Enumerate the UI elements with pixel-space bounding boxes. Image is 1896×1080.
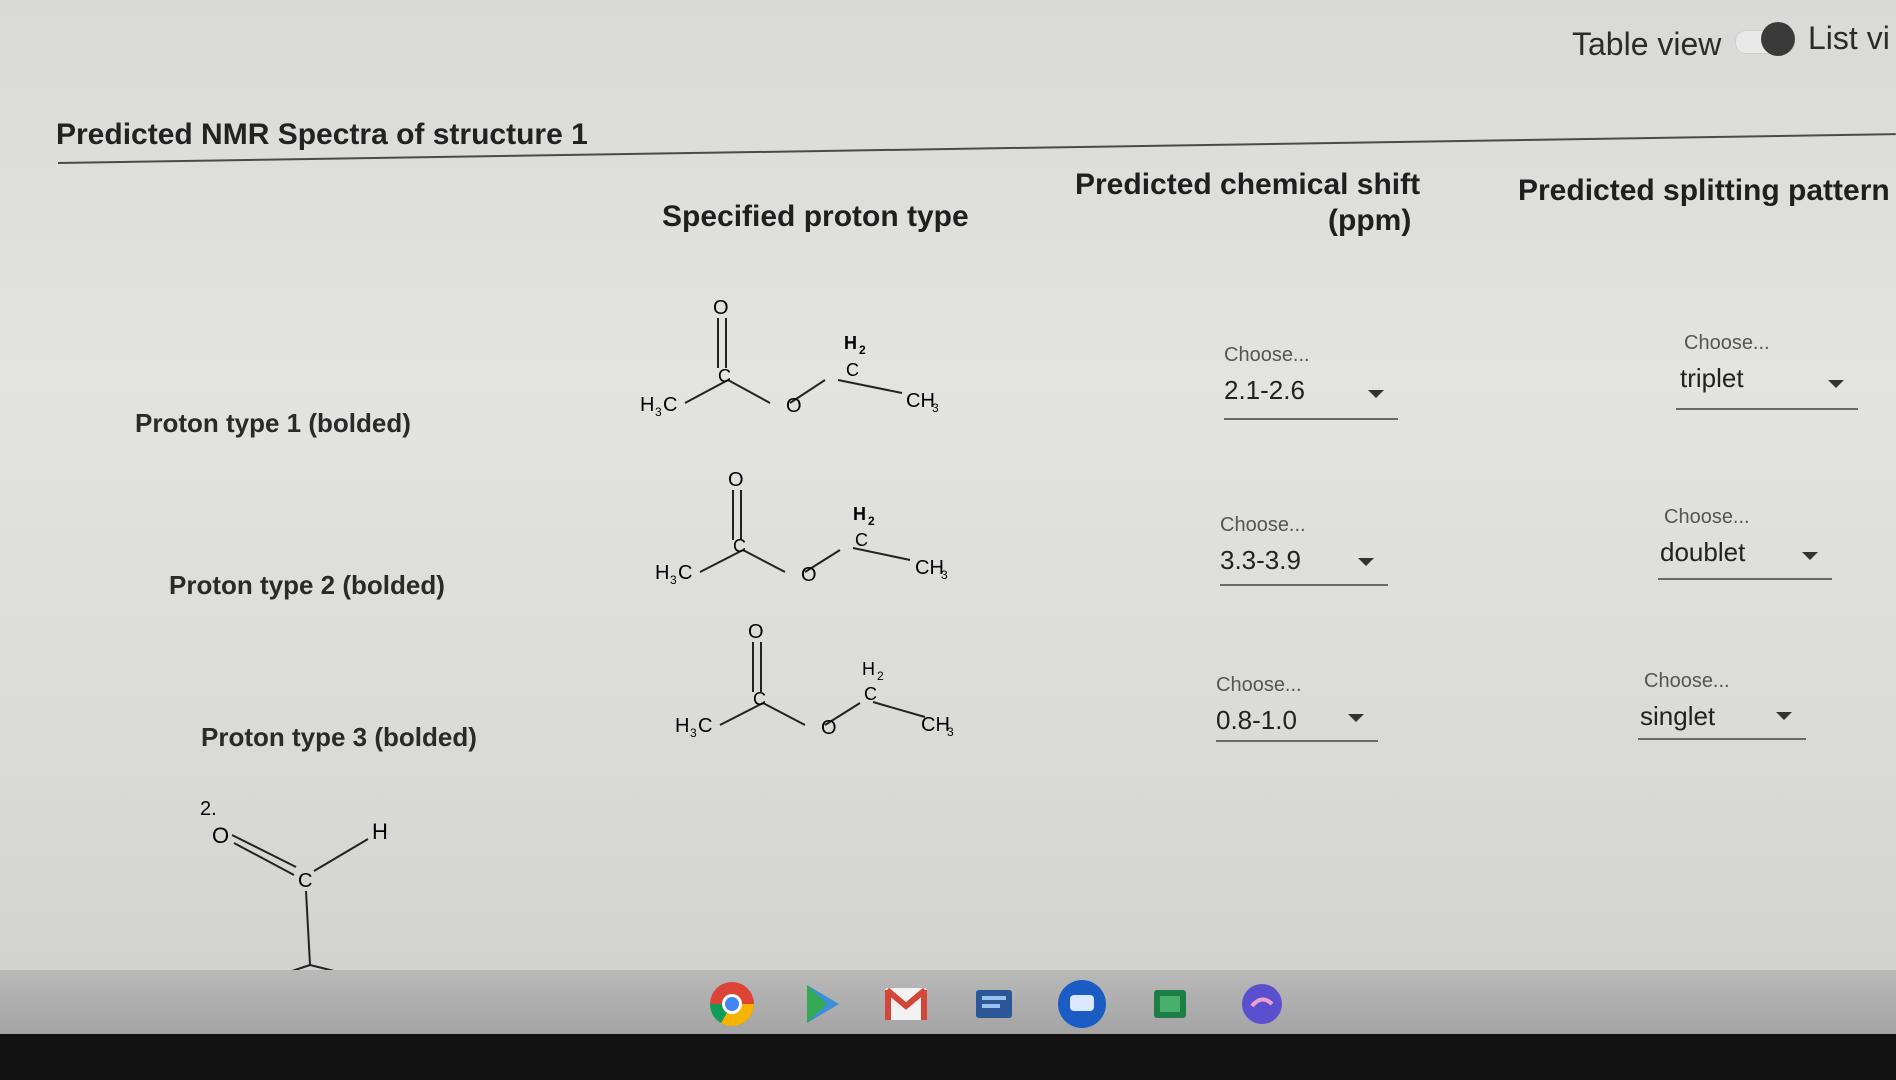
split-select-3[interactable]: Choose... singlet — [1638, 670, 1806, 740]
carbonyl-c-label: C — [753, 689, 766, 709]
ester-o-label: O — [786, 395, 802, 417]
ch2-c-label: C — [864, 684, 877, 704]
shift-select-2-placeholder: Choose... — [1220, 514, 1306, 536]
select-underline — [1220, 584, 1388, 586]
list-view-label[interactable]: List vi — [1808, 20, 1890, 57]
toggle-knob — [1761, 22, 1795, 56]
select-underline — [1658, 578, 1832, 580]
h2-label: H — [853, 504, 866, 524]
row-label-3: Proton type 3 (bolded) — [201, 722, 477, 752]
shift-select-2[interactable]: Choose... 3.3-3.9 — [1220, 514, 1388, 586]
chevron-down-icon — [1828, 380, 1844, 388]
h2-label: H — [844, 333, 857, 353]
col-header-specified: Specified proton type — [662, 200, 969, 233]
gmail-icon[interactable] — [880, 978, 932, 1030]
split-select-1-placeholder: Choose... — [1684, 332, 1770, 354]
ch3-label: CH — [921, 714, 950, 736]
docs-icon[interactable] — [968, 978, 1020, 1030]
h2-sub: 2 — [868, 514, 875, 528]
question-2-structure: 2. O C H — [200, 798, 388, 975]
page-title: Predicted NMR Spectra of structure 1 — [56, 118, 588, 151]
split-select-2[interactable]: Choose... doublet — [1658, 506, 1832, 580]
h3c-sub: 3 — [690, 726, 697, 740]
aldehyde-c-label: C — [298, 870, 312, 892]
taskbar — [0, 970, 1896, 1034]
split-select-2-placeholder: Choose... — [1664, 506, 1750, 528]
chevron-down-icon — [1358, 558, 1374, 566]
ch3-sub: 3 — [941, 568, 948, 582]
h3c-h-label: H — [640, 394, 654, 416]
carbonyl-c-label: C — [718, 366, 731, 386]
col-header-shift-line1: Predicted chemical shift — [1075, 168, 1421, 201]
col-header-shift-line2: (ppm) — [1328, 204, 1412, 237]
messages-icon[interactable] — [1056, 978, 1108, 1030]
ch3-label: CH — [915, 557, 944, 579]
row-label-1: Proton type 1 (bolded) — [135, 408, 411, 438]
h2-sub: 2 — [859, 343, 866, 357]
ch3-sub: 3 — [932, 401, 939, 415]
split-select-1[interactable]: Choose... triplet — [1676, 332, 1858, 410]
h3c-sub: 3 — [670, 573, 677, 587]
h3c-c-label: C — [678, 562, 692, 584]
shift-select-3[interactable]: Choose... 0.8-1.0 — [1216, 674, 1378, 742]
chevron-down-icon — [1802, 552, 1818, 560]
sheets-icon[interactable] — [1144, 978, 1196, 1030]
select-underline — [1224, 418, 1398, 420]
table-view-label[interactable]: Table view — [1572, 26, 1721, 63]
col-header-splitting: Predicted splitting pattern — [1518, 174, 1890, 207]
h2-sub: 2 — [877, 669, 884, 683]
split-select-1-value: triplet — [1680, 363, 1744, 393]
question-number: 2. — [200, 798, 217, 820]
chevron-down-icon — [1368, 390, 1384, 398]
h3c-h-label: H — [655, 562, 669, 584]
play-store-icon[interactable] — [796, 978, 848, 1030]
shift-select-1[interactable]: Choose... 2.1-2.6 — [1224, 344, 1398, 420]
ch2-c-label: C — [855, 530, 868, 550]
h3c-h-label: H — [675, 715, 689, 737]
view-toggle-switch[interactable] — [1735, 22, 1795, 58]
ch3-label: CH — [906, 390, 935, 412]
split-select-3-placeholder: Choose... — [1644, 670, 1730, 692]
carbonyl-o-label: O — [748, 621, 764, 643]
h2-label: H — [862, 659, 875, 679]
select-underline — [1676, 408, 1858, 410]
structure-2: O C O H 2 C H 3 C CH 3 — [655, 469, 948, 587]
ch2-c-label: C — [846, 360, 859, 380]
carbonyl-c-label: C — [733, 536, 746, 556]
shift-select-3-placeholder: Choose... — [1216, 674, 1302, 696]
structure-3: O C O H 2 C H 3 C CH 3 — [675, 621, 954, 740]
chrome-icon[interactable] — [706, 978, 758, 1030]
app-icon[interactable] — [1236, 978, 1288, 1030]
screen-bezel — [0, 1034, 1896, 1080]
aldehyde-h-label: H — [372, 819, 388, 844]
carbonyl-o-label: O — [713, 297, 729, 319]
shift-select-1-placeholder: Choose... — [1224, 344, 1310, 366]
chevron-down-icon — [1348, 714, 1364, 722]
row-label-2: Proton type 2 (bolded) — [169, 570, 445, 600]
select-underline — [1216, 740, 1378, 742]
select-underline — [1638, 738, 1806, 740]
structure-1: O C O H 2 C H 3 C CH 3 — [640, 297, 939, 419]
ch3-sub: 3 — [947, 725, 954, 739]
chevron-down-icon — [1776, 712, 1792, 720]
carbonyl-o-label: O — [728, 469, 744, 491]
h3c-sub: 3 — [655, 405, 662, 419]
ester-o-label: O — [801, 564, 817, 586]
h3c-c-label: C — [663, 394, 677, 416]
ester-o-label: O — [821, 717, 837, 739]
h3c-c-label: C — [698, 715, 712, 737]
aldehyde-o-label: O — [212, 823, 229, 848]
